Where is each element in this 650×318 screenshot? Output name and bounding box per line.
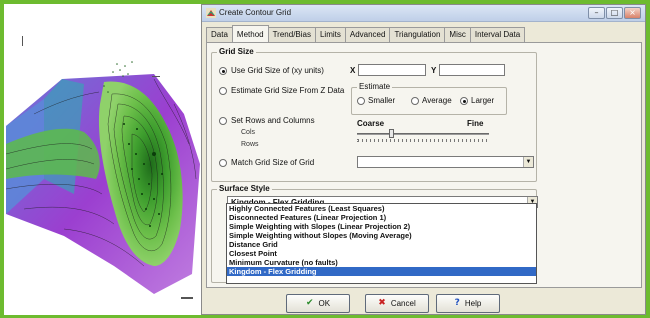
tab-method[interactable]: Method xyxy=(231,25,269,42)
grid-size-y-input[interactable] xyxy=(439,64,505,76)
estimate-larger-label: Larger xyxy=(471,96,495,105)
contour-map xyxy=(4,4,200,315)
estimate-smaller-label: Smaller xyxy=(368,96,396,105)
list-item[interactable]: Disconnected Features (Linear Projection… xyxy=(227,213,536,222)
list-item[interactable]: Simple Weighting with Slopes (Linear Pro… xyxy=(227,222,536,231)
surface-style-dropdown-list: Highly Connected Features (Least Squares… xyxy=(226,203,537,284)
app-icon xyxy=(206,8,216,18)
estimate-grid-size-radio[interactable] xyxy=(219,87,227,95)
match-grid-size-label: Match Grid Size of Grid xyxy=(231,158,315,167)
chevron-down-icon: ▼ xyxy=(523,157,533,167)
tab-advanced[interactable]: Advanced xyxy=(344,27,391,42)
ok-label: OK xyxy=(318,299,331,308)
tab-interval-data[interactable]: Interval Data xyxy=(469,27,526,42)
ok-button[interactable]: ✔ OK xyxy=(286,294,350,313)
estimate-grid-size-label: Estimate Grid Size From Z Data xyxy=(231,86,345,95)
maximize-icon: □ xyxy=(610,8,619,17)
tab-data[interactable]: Data xyxy=(206,27,233,42)
set-rows-columns-label: Set Rows and Columns xyxy=(231,116,315,125)
grid-resolution-slider-thumb[interactable] xyxy=(389,129,394,138)
grid-resolution-slider-ticks xyxy=(357,139,489,142)
cancel-button[interactable]: ✖ Cancel xyxy=(365,294,429,313)
set-rows-columns-radio[interactable] xyxy=(219,117,227,125)
use-grid-size-label: Use Grid Size of (xy units) xyxy=(231,66,324,75)
match-grid-select[interactable]: ▼ xyxy=(357,156,534,168)
fine-label: Fine xyxy=(467,119,484,128)
contour-map-graphic xyxy=(5,36,200,299)
x-label: X xyxy=(350,66,356,75)
list-item[interactable]: Highly Connected Features (Least Squares… xyxy=(227,204,536,213)
help-button[interactable]: ? Help xyxy=(436,294,500,313)
x-icon: ✖ xyxy=(378,298,386,308)
maximize-button[interactable]: □ xyxy=(606,7,623,19)
question-icon: ? xyxy=(454,298,460,308)
close-icon: × xyxy=(629,8,636,17)
tab-misc[interactable]: Misc xyxy=(444,27,471,42)
list-item-selected[interactable]: Kingdom - Flex Gridding xyxy=(227,267,536,276)
tab-triangulation[interactable]: Triangulation xyxy=(389,27,446,42)
grid-resolution-slider[interactable] xyxy=(357,133,489,135)
list-item[interactable]: Simple Weighting without Slopes (Moving … xyxy=(227,231,536,240)
help-label: Help xyxy=(464,299,482,308)
minimize-button[interactable]: – xyxy=(588,7,605,19)
surface-style-title: Surface Style xyxy=(217,184,272,193)
title-bar[interactable]: Create Contour Grid – □ × xyxy=(202,5,645,22)
estimate-larger-radio[interactable] xyxy=(460,97,468,105)
dialog-title: Create Contour Grid xyxy=(219,8,292,17)
coarse-label: Coarse xyxy=(357,119,385,128)
estimate-smaller-radio[interactable] xyxy=(357,97,365,105)
estimate-title: Estimate xyxy=(357,82,393,91)
grid-size-title: Grid Size xyxy=(217,47,256,56)
list-item[interactable]: Minimum Curvature (no faults) xyxy=(227,258,536,267)
y-label: Y xyxy=(431,66,437,75)
cols-label: Cols xyxy=(241,129,256,136)
tab-strip: Data Method Trend/Bias Limits Advanced T… xyxy=(206,25,526,42)
estimate-average-radio[interactable] xyxy=(411,97,419,105)
estimate-average-label: Average xyxy=(422,96,452,105)
close-button[interactable]: × xyxy=(624,7,641,19)
list-item[interactable]: Closest Point xyxy=(227,249,536,258)
grid-size-x-input[interactable] xyxy=(358,64,426,76)
use-grid-size-radio[interactable] xyxy=(219,67,227,75)
rows-label: Rows xyxy=(241,141,259,148)
match-grid-size-radio[interactable] xyxy=(219,159,227,167)
list-item[interactable]: Distance Grid xyxy=(227,240,536,249)
tab-trend-bias[interactable]: Trend/Bias xyxy=(267,27,316,42)
minimize-icon: – xyxy=(594,8,599,17)
cancel-label: Cancel xyxy=(390,299,416,308)
tab-limits[interactable]: Limits xyxy=(314,27,346,42)
check-icon: ✔ xyxy=(305,298,314,308)
